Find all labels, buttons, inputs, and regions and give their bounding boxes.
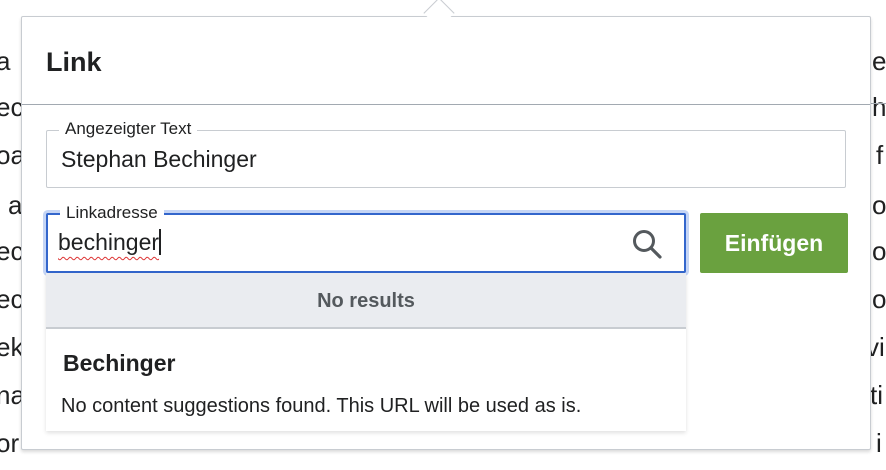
display-text-label: Angezeigter Text [59,119,198,139]
suggestion-description: No content suggestions found. This URL w… [61,395,582,417]
display-text-field[interactable]: Angezeigter Text Stephan Bechinger [46,119,846,188]
text-caret [159,229,162,255]
dialog-title: Link [46,47,102,77]
link-address-label: Linkadresse [60,203,164,223]
display-text-value[interactable]: Stephan Bechinger [61,145,257,173]
article-fragment-right: e [872,46,886,76]
suggestion-item[interactable]: Bechinger No content suggestions found. … [46,331,686,431]
article-fragment-right: o [872,190,886,220]
article-fragment-left: or [0,428,20,458]
article-fragment-right: o [872,284,886,314]
link-address-text: bechinger [58,229,160,255]
link-address-field[interactable]: Linkadresse bechinger [46,203,686,273]
dialog-header: Link [22,17,870,105]
article-fragment-right: f [876,140,884,170]
no-results-header: No results [46,273,686,329]
header-divider-extension [871,103,886,104]
article-fragment-left: a [0,46,11,76]
article-fragment-left: ec [0,236,24,266]
link-address-value[interactable]: bechinger [58,228,162,256]
link-dialog: Link Angezeigter Text Stephan Bechinger … [21,16,871,450]
suggestion-title: Bechinger [63,350,176,376]
insert-button[interactable]: Einfügen [700,213,848,273]
search-icon[interactable] [632,229,662,259]
article-fragment-left: ek [0,332,24,362]
suggestions-dropdown: No results Bechinger No content suggesti… [46,273,686,431]
article-fragment-left: ec [0,92,24,122]
article-fragment-right: h [872,92,886,122]
article-fragment-right: ti [870,380,883,410]
article-fragment-right: o [872,236,886,266]
article-fragment-left: ec [0,284,24,314]
article-fragment-right: i [876,428,882,458]
